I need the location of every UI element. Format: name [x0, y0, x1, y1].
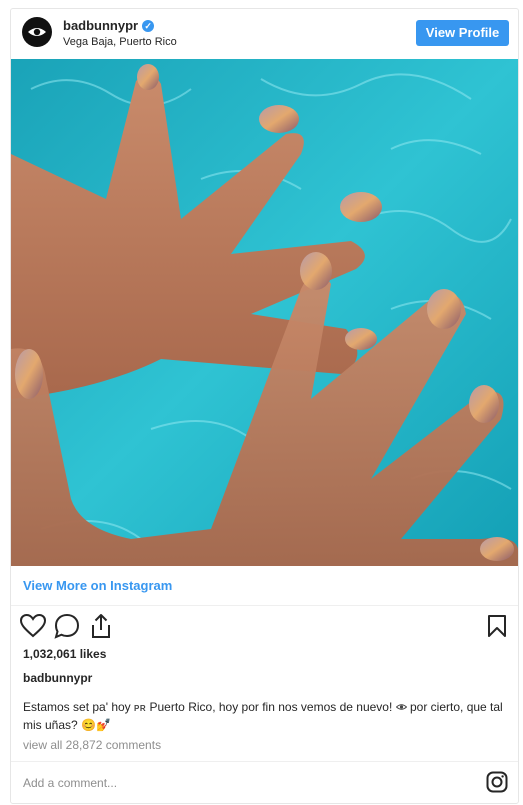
share-icon[interactable]	[87, 612, 115, 640]
view-profile-button[interactable]: View Profile	[416, 20, 509, 46]
pr-flag-icon: PR	[134, 704, 147, 713]
comment-icon[interactable]	[53, 612, 81, 640]
location[interactable]: Vega Baja, Puerto Rico	[63, 36, 177, 48]
heart-icon[interactable]	[19, 612, 47, 640]
post-header: badbunnypr ✓ Vega Baja, Puerto Rico View …	[11, 9, 518, 57]
post-image[interactable]	[11, 59, 518, 566]
divider	[11, 605, 518, 606]
caption-text: Estamos set pa' hoy PR Puerto Rico, hoy …	[23, 699, 513, 734]
view-comments-link[interactable]: view all 28,872 comments	[23, 738, 161, 752]
caption-part1: Estamos set pa' hoy	[23, 700, 131, 714]
caption-username[interactable]: badbunnypr	[23, 671, 92, 685]
instagram-embed: badbunnypr ✓ Vega Baja, Puerto Rico View …	[10, 8, 519, 804]
username-row[interactable]: badbunnypr ✓	[63, 18, 155, 33]
add-comment-input[interactable]: Add a comment...	[23, 776, 117, 790]
eye-emoji-icon	[395, 704, 407, 710]
caption-part2: Puerto Rico, hoy por fin nos vemos de nu…	[149, 700, 393, 714]
instagram-icon[interactable]	[486, 771, 508, 793]
username[interactable]: badbunnypr	[63, 18, 138, 33]
bookmark-icon[interactable]	[485, 614, 509, 638]
likes-count[interactable]: 1,032,061 likes	[23, 647, 106, 661]
view-more-link[interactable]: View More on Instagram	[23, 578, 172, 593]
verified-icon: ✓	[142, 20, 155, 32]
divider	[11, 761, 518, 762]
hands-in-pool-photo	[11, 59, 518, 566]
avatar[interactable]	[22, 17, 52, 47]
eye-icon	[28, 28, 46, 36]
emoji-icons: 😊💅	[81, 718, 111, 732]
